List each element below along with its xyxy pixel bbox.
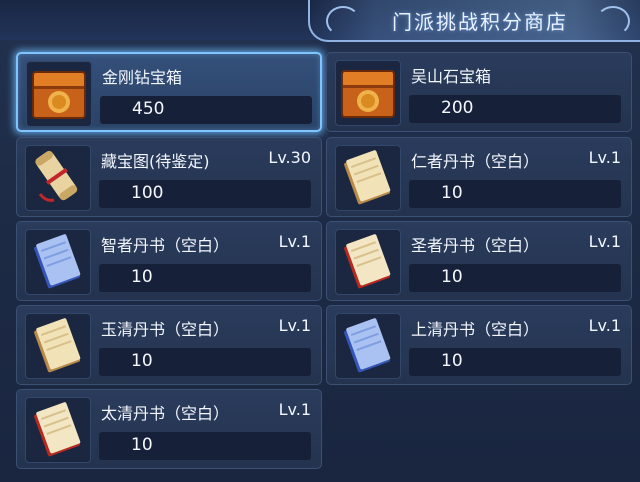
price-bar: 10 — [409, 348, 621, 376]
item-price: 10 — [441, 351, 463, 371]
item-name: 仁者丹书（空白） — [411, 152, 540, 171]
item-price: 10 — [131, 351, 153, 371]
item-name: 太清丹书（空白） — [101, 404, 230, 423]
item-price: 100 — [131, 183, 164, 203]
item-level: Lv.1 — [278, 400, 311, 419]
price-bar: 100 — [99, 180, 311, 208]
item-name: 智者丹书（空白） — [101, 236, 230, 255]
shop-item-renzhe-book[interactable]: 仁者丹书（空白） Lv.1 10 — [326, 137, 632, 217]
shop-item-taiqing-book[interactable]: 太清丹书（空白） Lv.1 10 — [16, 389, 322, 469]
shop-title: 门派挑战积分商店 — [392, 10, 568, 34]
price-bar: 10 — [409, 264, 621, 292]
item-name: 上清丹书（空白） — [411, 320, 540, 339]
tan-book-icon — [335, 145, 401, 211]
blue-book-icon — [335, 313, 401, 379]
swirl-ornament-icon — [326, 6, 360, 36]
item-price: 200 — [441, 98, 474, 118]
treasure-chest-icon — [26, 61, 92, 127]
shop-item-yuqing-book[interactable]: 玉清丹书（空白） Lv.1 10 — [16, 305, 322, 385]
price-bar: 450 — [100, 96, 312, 124]
item-price: 10 — [441, 267, 463, 287]
price-bar: 10 — [99, 348, 311, 376]
item-name: 金刚钻宝箱 — [102, 68, 183, 87]
price-bar: 10 — [99, 264, 311, 292]
item-price: 10 — [441, 183, 463, 203]
red-book-icon — [25, 397, 91, 463]
shop-item-shangqing-book[interactable]: 上清丹书（空白） Lv.1 10 — [326, 305, 632, 385]
item-price: 10 — [131, 435, 153, 455]
blue-book-icon — [25, 229, 91, 295]
item-level: Lv.30 — [268, 148, 311, 167]
item-name: 藏宝图(待鉴定) — [101, 152, 210, 171]
item-level: Lv.1 — [278, 316, 311, 335]
shop-item-wushan-chest[interactable]: 吴山石宝箱 200 — [326, 52, 632, 132]
title-bar: 门派挑战积分商店 — [0, 0, 640, 42]
item-price: 450 — [132, 99, 165, 119]
tan-book-icon — [25, 313, 91, 379]
item-level: Lv.1 — [588, 316, 621, 335]
shop-item-diamond-chest[interactable]: 金刚钻宝箱 450 — [16, 52, 322, 132]
shop-panel: 门派挑战积分商店 金刚钻宝箱 450 吴山石宝箱 200 藏宝图(待鉴定) Lv… — [0, 0, 640, 482]
swirl-ornament-icon — [596, 6, 630, 36]
item-price: 10 — [131, 267, 153, 287]
item-name: 吴山石宝箱 — [411, 67, 492, 86]
item-level: Lv.1 — [588, 232, 621, 251]
item-level: Lv.1 — [278, 232, 311, 251]
price-bar: 200 — [409, 95, 621, 123]
price-bar: 10 — [409, 180, 621, 208]
treasure-chest-icon — [335, 60, 401, 126]
price-bar: 10 — [99, 432, 311, 460]
item-name: 圣者丹书（空白） — [411, 236, 540, 255]
shop-item-zhizhe-book[interactable]: 智者丹书（空白） Lv.1 10 — [16, 221, 322, 301]
item-name: 玉清丹书（空白） — [101, 320, 230, 339]
treasure-map-scroll-icon — [25, 145, 91, 211]
item-level: Lv.1 — [588, 148, 621, 167]
shop-item-shengzhe-book[interactable]: 圣者丹书（空白） Lv.1 10 — [326, 221, 632, 301]
shop-item-treasure-map[interactable]: 藏宝图(待鉴定) Lv.30 100 — [16, 137, 322, 217]
red-book-icon — [335, 229, 401, 295]
